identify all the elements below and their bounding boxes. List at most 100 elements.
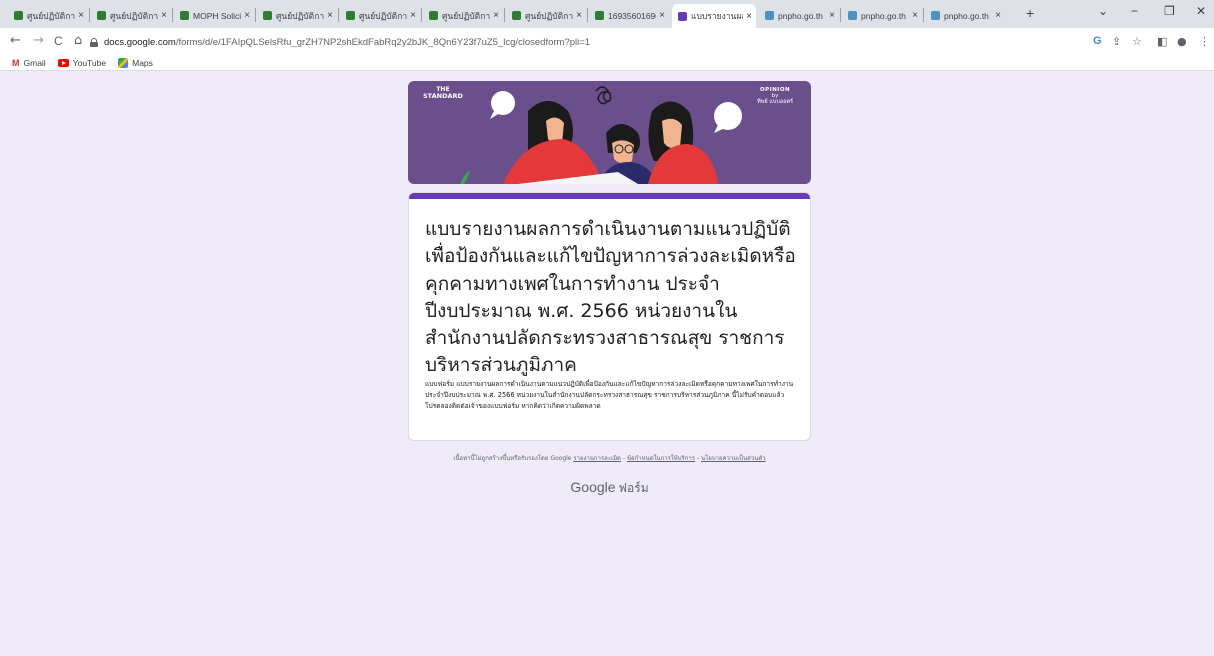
tab-favicon-icon — [595, 11, 604, 20]
tab-close-icon[interactable]: × — [78, 10, 84, 21]
tab-strip: ศูนย์ปฏิบัติการ × ศูนย์ปฏิบัติการ × MOPH Sol… — [0, 0, 1214, 28]
bookmark-star-icon[interactable]: ☆ — [1132, 35, 1142, 48]
tab[interactable]: pnpho.go.th × — [925, 5, 1005, 26]
tab-title: ศูนย์ปฏิบัติการ — [525, 10, 574, 21]
menu-icon[interactable]: ⋮ — [1199, 35, 1210, 48]
share-icon[interactable]: ⇪ — [1112, 35, 1121, 48]
tab-close-icon[interactable]: × — [995, 10, 1001, 21]
tab-favicon-icon — [429, 11, 438, 20]
tab-close-icon[interactable]: × — [576, 10, 582, 21]
disclaimer-text: เนื้อหานี้ไม่ถูกสร้างขึ้นหรือรับรองโดย G… — [453, 455, 572, 462]
tab-separator — [172, 8, 173, 22]
tab-favicon-icon — [14, 11, 23, 20]
tab-favicon-icon — [512, 11, 521, 20]
url-path: /forms/d/e/1FAIpQLSelsRfu_grZH7NP2shEkdF… — [175, 36, 591, 48]
google-lens-icon[interactable]: G — [1093, 35, 1102, 47]
tab-title: pnpho.go.th — [778, 10, 823, 21]
bookmark-label: Gmail — [23, 58, 46, 68]
maps-icon — [118, 58, 129, 68]
tab-separator — [840, 8, 841, 22]
lock-icon[interactable] — [90, 37, 98, 47]
tab-active[interactable]: แบบรายงานผล × — [672, 4, 756, 28]
tab-title: pnpho.go.th — [944, 10, 989, 21]
bookmark-label: YouTube — [72, 58, 107, 68]
tab[interactable]: ศูนย์ปฏิบัติการ × — [91, 5, 171, 26]
forms-wordmark: ฟอร์ม — [618, 481, 649, 495]
tab[interactable]: MOPH Solicit × — [174, 5, 254, 26]
tab-separator — [338, 8, 339, 22]
tab-favicon-icon — [263, 11, 272, 20]
form-title: แบบรายงานผลการดำเนินงานตามแนวปฏิบัติเพื่… — [425, 218, 796, 377]
contact-owner-message: โปรดลองติดต่อเจ้าของแบบฟอร์ม หากคิดว่าเก… — [425, 401, 601, 410]
form-description: แบบฟอร์ม แบบรายงานผลการดำเนินงานตามแนวปฏ… — [425, 379, 803, 411]
bookmark-youtube[interactable]: YouTube — [57, 58, 107, 68]
browser-toolbar: ← → C ⌂ docs.google.com/forms/d/e/1FAIpQ… — [0, 28, 1214, 56]
home-icon[interactable]: ⌂ — [74, 33, 82, 48]
form-header-banner: THE STANDARD OPINION by ทิพย์ แบบออตร์ — [408, 81, 811, 184]
reload-icon[interactable]: C — [54, 34, 63, 48]
back-icon[interactable]: ← — [10, 33, 21, 48]
tab-close-icon[interactable]: × — [746, 11, 752, 22]
tab[interactable]: ศูนย์ปฏิบัติการ × — [423, 5, 503, 26]
tab-title: ศูนย์ปฏิบัติการ — [442, 10, 491, 21]
tab-title: pnpho.go.th — [861, 10, 906, 21]
tab-close-icon[interactable]: × — [327, 10, 333, 21]
tab[interactable]: 16935601690 × — [589, 5, 669, 26]
side-panel-icon[interactable]: ◧ — [1157, 35, 1167, 48]
bookmark-gmail[interactable]: M Gmail — [12, 58, 46, 68]
youtube-icon — [57, 59, 69, 67]
tab-close-icon[interactable]: × — [912, 10, 918, 21]
tab-favicon-icon — [931, 11, 940, 20]
tab[interactable]: pnpho.go.th × — [842, 5, 922, 26]
tab-close-icon[interactable]: × — [161, 10, 167, 21]
tab-favicon-icon — [97, 11, 106, 20]
tab-title: 16935601690 — [608, 10, 657, 21]
report-abuse-link[interactable]: รายงานการละเมิด — [573, 455, 621, 462]
terms-link[interactable]: ข้อกำหนดในการให้บริการ — [627, 455, 695, 462]
tab-title: ศูนย์ปฏิบัติการ — [276, 10, 325, 21]
tab-separator — [587, 8, 588, 22]
url-host: docs.google.com — [104, 36, 176, 48]
tab-close-icon[interactable]: × — [244, 10, 250, 21]
banner-opinion-label: OPINION by ทิพย์ แบบออตร์ — [757, 87, 793, 105]
tab-title: ศูนย์ปฏิบัติการ — [27, 10, 76, 21]
gmail-icon: M — [12, 58, 20, 68]
window-close-icon[interactable]: ✕ — [1196, 4, 1206, 18]
tab-title: ศูนย์ปฏิบัติการ — [359, 10, 408, 21]
form-card: แบบรายงานผลการดำเนินงานตามแนวปฏิบัติเพื่… — [408, 192, 811, 441]
minimize-icon[interactable]: − — [1131, 4, 1138, 18]
footer-disclaimer: เนื้อหานี้ไม่ถูกสร้างขึ้นหรือรับรองโดย G… — [408, 453, 811, 463]
new-tab-button[interactable]: + — [1026, 5, 1034, 21]
tab[interactable]: ศูนย์ปฏิบัติการ × — [506, 5, 586, 26]
bookmark-maps[interactable]: Maps — [118, 58, 153, 68]
tab[interactable]: ศูนย์ปฏิบัติการ × — [257, 5, 337, 26]
tab-close-icon[interactable]: × — [493, 10, 499, 21]
maximize-icon[interactable]: ❐ — [1164, 4, 1175, 18]
google-forms-logo[interactable]: Google ฟอร์ม — [408, 477, 811, 498]
tab-separator — [504, 8, 505, 22]
tab-close-icon[interactable]: × — [410, 10, 416, 21]
tab-separator — [255, 8, 256, 22]
tab-favicon-icon — [346, 11, 355, 20]
bookmark-label: Maps — [132, 58, 153, 68]
banner-illustration — [460, 86, 742, 184]
tab[interactable]: pnpho.go.th × — [759, 5, 839, 26]
tab-favicon-icon — [765, 11, 774, 20]
tab[interactable]: ศูนย์ปฏิบัติการ × — [340, 5, 420, 26]
tab-close-icon[interactable]: × — [659, 10, 665, 21]
bookmarks-bar: M Gmail YouTube Maps — [0, 56, 1214, 71]
tab[interactable]: ศูนย์ปฏิบัติการ × — [8, 5, 88, 26]
forward-icon[interactable]: → — [33, 33, 44, 48]
closed-message: แบบฟอร์ม แบบรายงานผลการดำเนินงานตามแนวปฏ… — [425, 380, 794, 399]
tab-favicon-icon — [848, 11, 857, 20]
tab-close-icon[interactable]: × — [829, 10, 835, 21]
profile-icon[interactable]: ● — [1177, 35, 1187, 48]
form-accent-bar — [409, 193, 810, 199]
tab-favicon-icon — [678, 11, 687, 21]
address-bar[interactable]: docs.google.com/forms/d/e/1FAIpQLSelsRfu… — [90, 32, 1075, 52]
privacy-link[interactable]: นโยบายความเป็นส่วนตัว — [701, 455, 766, 462]
banner-brand-logo: THE STANDARD — [423, 86, 463, 100]
tab-search-icon[interactable]: ⌄ — [1098, 4, 1108, 18]
tab-title: ศูนย์ปฏิบัติการ — [110, 10, 159, 21]
tab-separator — [89, 8, 90, 22]
